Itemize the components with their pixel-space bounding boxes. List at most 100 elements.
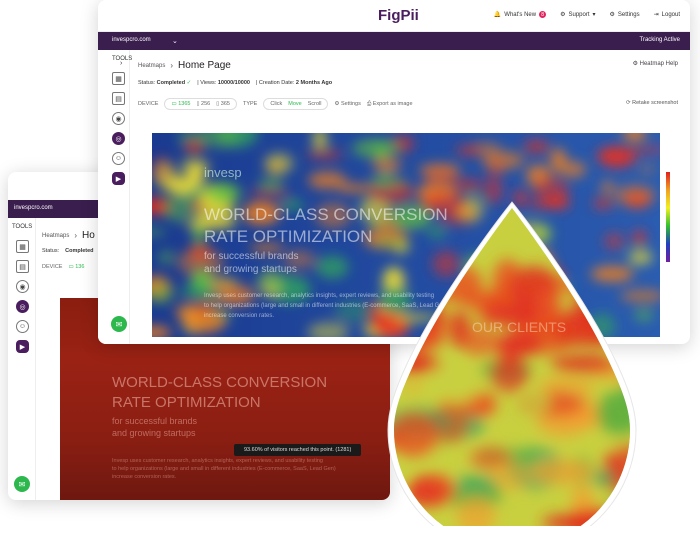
heatmap-help-link[interactable]: ⚙ Heatmap Help <box>633 60 678 67</box>
chevron-down-icon[interactable]: ⌄ <box>172 37 178 45</box>
heat-blob <box>375 171 396 189</box>
heat-blob <box>418 163 461 178</box>
scroll-sub-1: for successful brands <box>112 416 198 426</box>
heat-blob <box>264 152 294 174</box>
droplet-heat-blob <box>607 269 630 303</box>
logout-link[interactable]: ⇥ Logout <box>654 11 680 19</box>
device-label: DEVICE <box>42 264 63 270</box>
funnel-tool-icon[interactable]: ◎ <box>112 132 125 145</box>
page-sub-2: and growing startups <box>204 264 297 275</box>
video-tool-icon[interactable]: ▶ <box>112 172 125 185</box>
breadcrumb-parent[interactable]: Heatmaps <box>138 63 165 69</box>
settings-label: Settings <box>617 11 640 18</box>
domain-select[interactable]: invespcro.com <box>112 37 151 43</box>
magnifier-droplet: OUR CLIENTS <box>387 201 637 526</box>
droplet-heat-blob <box>394 296 419 315</box>
mobile-device-button[interactable]: ▯ 365 <box>216 101 230 107</box>
settings-button[interactable]: ⚙ Settings <box>334 101 360 107</box>
whats-new-label: What's New <box>504 11 537 18</box>
droplet-heat-blob <box>394 411 441 458</box>
chat-icon[interactable]: ✉ <box>111 316 127 332</box>
device-selector: ▭ 1365 ▯ 256 ▯ 365 <box>164 98 237 110</box>
tablet-device-button[interactable]: ▯ 256 <box>196 101 210 107</box>
support-label: Support <box>568 11 590 18</box>
bell-icon: 🔔 <box>493 12 502 18</box>
droplet-heat-blob <box>490 356 530 393</box>
mobile-count: 365 <box>220 101 230 107</box>
support-menu[interactable]: ⚙ Support ▾ <box>560 11 595 19</box>
droplet-heat-blob <box>394 281 443 306</box>
droplet-heat-blob <box>488 460 531 491</box>
figpii-logo[interactable]: FigPii <box>378 7 419 24</box>
heat-blob <box>523 139 550 154</box>
heat-blob <box>600 181 614 193</box>
video-tool-icon[interactable]: ▶ <box>16 340 29 353</box>
user-tool-icon[interactable]: ☺ <box>16 320 29 333</box>
settings-link[interactable]: ⚙ Settings <box>610 11 640 19</box>
retake-screenshot-button[interactable]: ⟳ Retake screenshot <box>626 100 678 106</box>
heat-blob <box>481 151 525 170</box>
move-type-button[interactable]: Move <box>288 101 301 107</box>
recording-tool-icon[interactable]: ▤ <box>16 260 29 273</box>
composite-stage: invespcro.com TOOLS ▦ ▤ ◉ ◎ ☺ ▶ ✉ Heatma… <box>0 0 700 542</box>
user-tool-icon[interactable]: ☺ <box>112 152 125 165</box>
created-value: 2 Months Ago <box>295 80 333 86</box>
whats-new-badge: 8 <box>539 11 547 18</box>
export-button[interactable]: ⎙ Export as image <box>367 101 413 108</box>
tracking-status: Tracking Active <box>640 37 680 43</box>
heat-blob <box>638 165 656 174</box>
funnel-tool-icon[interactable]: ◎ <box>16 300 29 313</box>
created-label: Creation Date: <box>258 80 295 86</box>
status-value: Completed <box>156 80 186 86</box>
desktop-count: 136 <box>75 264 85 270</box>
domain-select[interactable]: invespcro.com <box>14 205 53 211</box>
export-button-label: Export as image <box>372 100 413 107</box>
sidebar: TOOLS › ▦ ▤ ◉ ◎ ☺ ▶ ✉ <box>98 50 132 344</box>
droplet-heat-blob <box>496 331 543 357</box>
desktop-device-button[interactable]: ▭ 136 <box>68 264 84 270</box>
heat-blob <box>258 176 284 190</box>
breadcrumb-parent[interactable]: Heatmaps <box>42 233 69 239</box>
whats-new-link[interactable]: 🔔 What's New 8 <box>493 11 547 18</box>
support-icon: ⚙ <box>560 12 566 18</box>
droplet-clients-text: OUR CLIENTS <box>472 319 566 335</box>
logout-label: Logout <box>661 11 680 18</box>
desktop-device-button[interactable]: ▭ 1365 <box>171 101 190 107</box>
heat-blob <box>352 138 400 158</box>
page-title: Home Page <box>178 60 231 71</box>
droplet-heat-blob <box>394 345 403 379</box>
click-type-button[interactable]: Click <box>270 101 282 107</box>
tracking-label: Tracking Active <box>639 37 680 43</box>
droplet-heat-blob <box>398 306 425 329</box>
check-icon: ✓ <box>186 80 192 86</box>
breadcrumb-current: Ho <box>82 230 95 241</box>
tablet-count: 256 <box>201 101 211 107</box>
status-value: Completed <box>65 248 94 254</box>
droplet-heat-blob <box>394 270 430 304</box>
chevron-right-icon[interactable]: › <box>120 60 122 67</box>
heat-blob <box>372 157 402 173</box>
scroll-type-button[interactable]: Scroll <box>308 101 322 107</box>
desktop-count: 1365 <box>178 101 191 107</box>
heatmap-tool-icon[interactable]: ▦ <box>16 240 29 253</box>
scroll-sub-2: and growing startups <box>112 428 196 438</box>
heat-blob <box>210 282 236 291</box>
poll-tool-icon[interactable]: ◉ <box>16 280 29 293</box>
droplet-heat-blob <box>524 385 551 416</box>
heatmap-tool-icon[interactable]: ▦ <box>112 72 125 85</box>
droplet-heat-blob <box>447 386 480 404</box>
heat-blob <box>184 139 204 154</box>
heat-blob <box>315 255 349 279</box>
views-value: 10000/10000 <box>217 80 250 86</box>
heat-blob <box>157 250 175 264</box>
heat-blob <box>337 184 371 193</box>
scroll-body-2: to help organizations (large and small i… <box>112 466 336 472</box>
droplet-heat-blob <box>590 262 613 309</box>
droplet-heat-blob <box>529 459 595 485</box>
chat-icon[interactable]: ✉ <box>14 476 30 492</box>
droplet-heat-blob <box>614 492 630 526</box>
heat-blob <box>306 148 344 161</box>
recording-tool-icon[interactable]: ▤ <box>112 92 125 105</box>
poll-tool-icon[interactable]: ◉ <box>112 112 125 125</box>
heat-blob <box>455 145 483 156</box>
